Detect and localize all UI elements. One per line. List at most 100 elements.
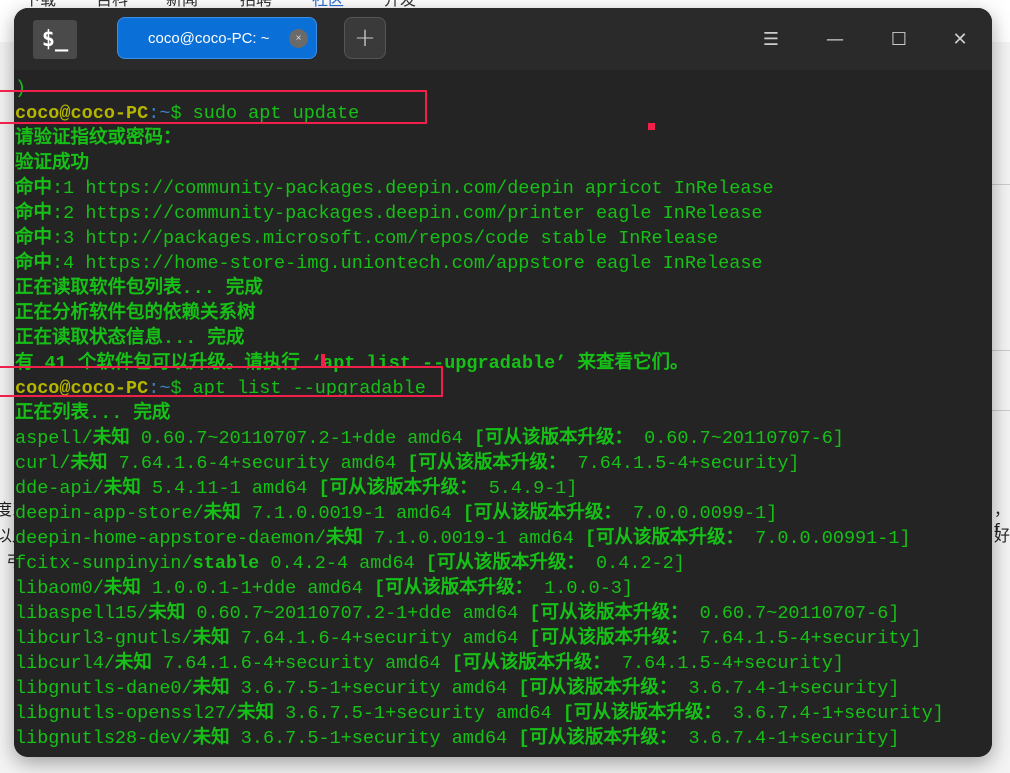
upgrade-label: [可从该版本升级： [518,678,678,699]
terminal-line: 验证成功 [15,151,89,176]
package-version: 0.60.7~20110707.2-1+dde amd64 [185,603,530,624]
upgrade-from: 3.6.7.4-1+security] [677,678,900,699]
package-line: fcitx-sunpinyin/stable 0.4.2-4 amd64 [可从… [15,551,685,576]
upgrade-from: 7.64.1.5-4+security] [688,628,922,649]
package-version: 1.0.0.1-1+dde amd64 [140,578,374,599]
package-line: libgnutls-dane0/未知 3.6.7.5-1+security am… [15,676,899,701]
output-text: 正在读取状态信息... 完成 [15,328,245,349]
package-name: deepin-app-store/ [15,503,204,524]
package-version: 5.4.11-1 amd64 [140,478,319,499]
terminal-line: 命中:4 https://home-store-img.uniontech.co… [15,251,763,276]
highlight-box [0,366,443,397]
package-version: 0.4.2-4 amd64 [259,553,426,574]
upgrade-from: 7.64.1.5-4+security] [610,653,844,674]
terminal-line: 正在读取软件包列表... 完成 [15,276,263,301]
upgrade-label: [可从该版本升级： [373,578,534,599]
terminal-line: 命中:3 http://packages.microsoft.com/repos… [15,226,718,251]
terminal-output[interactable]: ) coco@coco-PC:~$ sudo apt update 请验证指纹或密码… [14,70,992,757]
package-line: libcurl4/未知 7.64.1.6-4+security amd64 [可… [15,651,844,676]
upgrade-label: [可从该版本升级： [529,603,689,624]
package-line: deepin-home-appstore-daemon/未知 7.1.0.001… [15,526,911,551]
tab-close-icon[interactable]: × [289,29,308,48]
bg-divider [992,184,1010,185]
highlight-mark [321,354,325,366]
hit-label: 命中 [15,203,53,224]
minimize-icon[interactable]: — [820,26,850,52]
menu-icon[interactable]: ☰ [756,26,786,52]
package-line: dde-api/未知 5.4.11-1 amd64 [可从该版本升级： 5.4.… [15,476,578,501]
package-status: 未知 [325,528,363,549]
terminal-app-icon: $_ [33,20,77,59]
package-status: 未知 [148,603,186,624]
package-name: libgnutls28-dev/ [15,728,193,749]
package-name: fcitx-sunpinyin/ [15,553,193,574]
package-line: libaom0/未知 1.0.0.1-1+dde amd64 [可从该版本升级：… [15,576,633,601]
package-version: 3.6.7.5-1+security amd64 [229,678,519,699]
upgrade-label: [可从该版本升级： [407,453,567,474]
package-name: deepin-home-appstore-daemon/ [15,528,326,549]
upgrade-label: [可从该版本升级： [462,503,622,524]
package-status: 未知 [103,578,141,599]
package-name: aspell/ [15,428,93,449]
close-icon[interactable]: ✕ [945,26,975,52]
package-line: curl/未知 7.64.1.6-4+security amd64 [可从该版本… [15,451,800,476]
hit-label: 命中 [15,253,53,274]
upgrade-from: 5.4.9-1] [477,478,578,499]
package-status: 未知 [237,703,275,724]
upgrade-from: 7.64.1.5-4+security] [566,453,800,474]
terminal-line: 命中:1 https://community-packages.deepin.c… [15,176,774,201]
package-status: 未知 [192,678,230,699]
bg-divider [992,350,1010,351]
output-text: 验证成功 [15,153,90,174]
hit-text: :1 https://community-packages.deepin.com… [52,178,774,199]
upgrade-from: 0.60.7~20110707-6] [633,428,844,449]
terminal-line: 请验证指纹或密码： [15,126,182,151]
upgrade-label: [可从该版本升级： [518,728,678,749]
package-name: libcurl3-gnutls/ [15,628,193,649]
package-status: 未知 [203,503,241,524]
package-status: 未知 [114,653,152,674]
highlight-mark [648,123,655,130]
upgrade-from: 3.6.7.4-1+security] [721,703,944,724]
package-name: libaspell15/ [15,603,149,624]
package-version: 3.6.7.5-1+security amd64 [274,703,563,724]
package-name: libcurl4/ [15,653,115,674]
hit-label: 命中 [15,178,53,199]
hit-text: :2 https://community-packages.deepin.com… [52,203,763,224]
tab-terminal[interactable]: coco@coco-PC: ~ × [117,17,317,59]
upgrade-label: [可从该版本升级： [318,478,478,499]
hit-label: 命中 [15,228,53,249]
title-bar[interactable]: $_ coco@coco-PC: ~ × + ☰ — ☐ ✕ [14,8,992,70]
upgrade-label: [可从该版本升级： [562,703,722,724]
tab-title: coco@coco-PC: ~ [148,29,270,47]
package-version: 0.60.7~20110707.2-1+dde amd64 [129,428,474,449]
terminal-line: 正在分析软件包的依赖关系树 [15,301,256,326]
package-version: 7.64.1.6-4+security amd64 [151,653,452,674]
package-version: 3.6.7.5-1+security amd64 [229,728,519,749]
output-text: 正在分析软件包的依赖关系树 [15,303,256,324]
package-status: 未知 [92,428,130,449]
upgrade-from: 0.60.7~20110707-6] [688,603,900,624]
upgrade-label: [可从该版本升级： [451,653,611,674]
package-version: 7.1.0.0019-1 amd64 [362,528,585,549]
upgrade-label: [可从该版本升级： [425,553,585,574]
upgrade-from: 7.0.0.00991-1] [744,528,911,549]
new-tab-button[interactable]: + [344,17,386,59]
package-name: curl/ [15,453,71,474]
package-line: deepin-app-store/未知 7.1.0.0019-1 amd64 [… [15,501,777,526]
terminal-line: 正在列表... 完成 [15,401,170,426]
bg-divider [992,410,1010,411]
maximize-icon[interactable]: ☐ [884,26,914,52]
package-line: libaspell15/未知 0.60.7~20110707.2-1+dde a… [15,601,899,626]
upgrade-label: [可从该版本升级： [473,428,633,449]
output-text: 请验证指纹或密码： [15,128,182,149]
upgrade-from: 3.6.7.4-1+security] [677,728,900,749]
upgrade-label: [可从该版本升级： [529,628,689,649]
package-name: libaom0/ [15,578,104,599]
package-status: 未知 [70,453,108,474]
package-version: 7.1.0.0019-1 amd64 [240,503,463,524]
package-line: libgnutls28-dev/未知 3.6.7.5-1+security am… [15,726,899,751]
package-status: stable [192,553,260,574]
package-line: libcurl3-gnutls/未知 7.64.1.6-4+security a… [15,626,922,651]
package-status: 未知 [192,728,230,749]
